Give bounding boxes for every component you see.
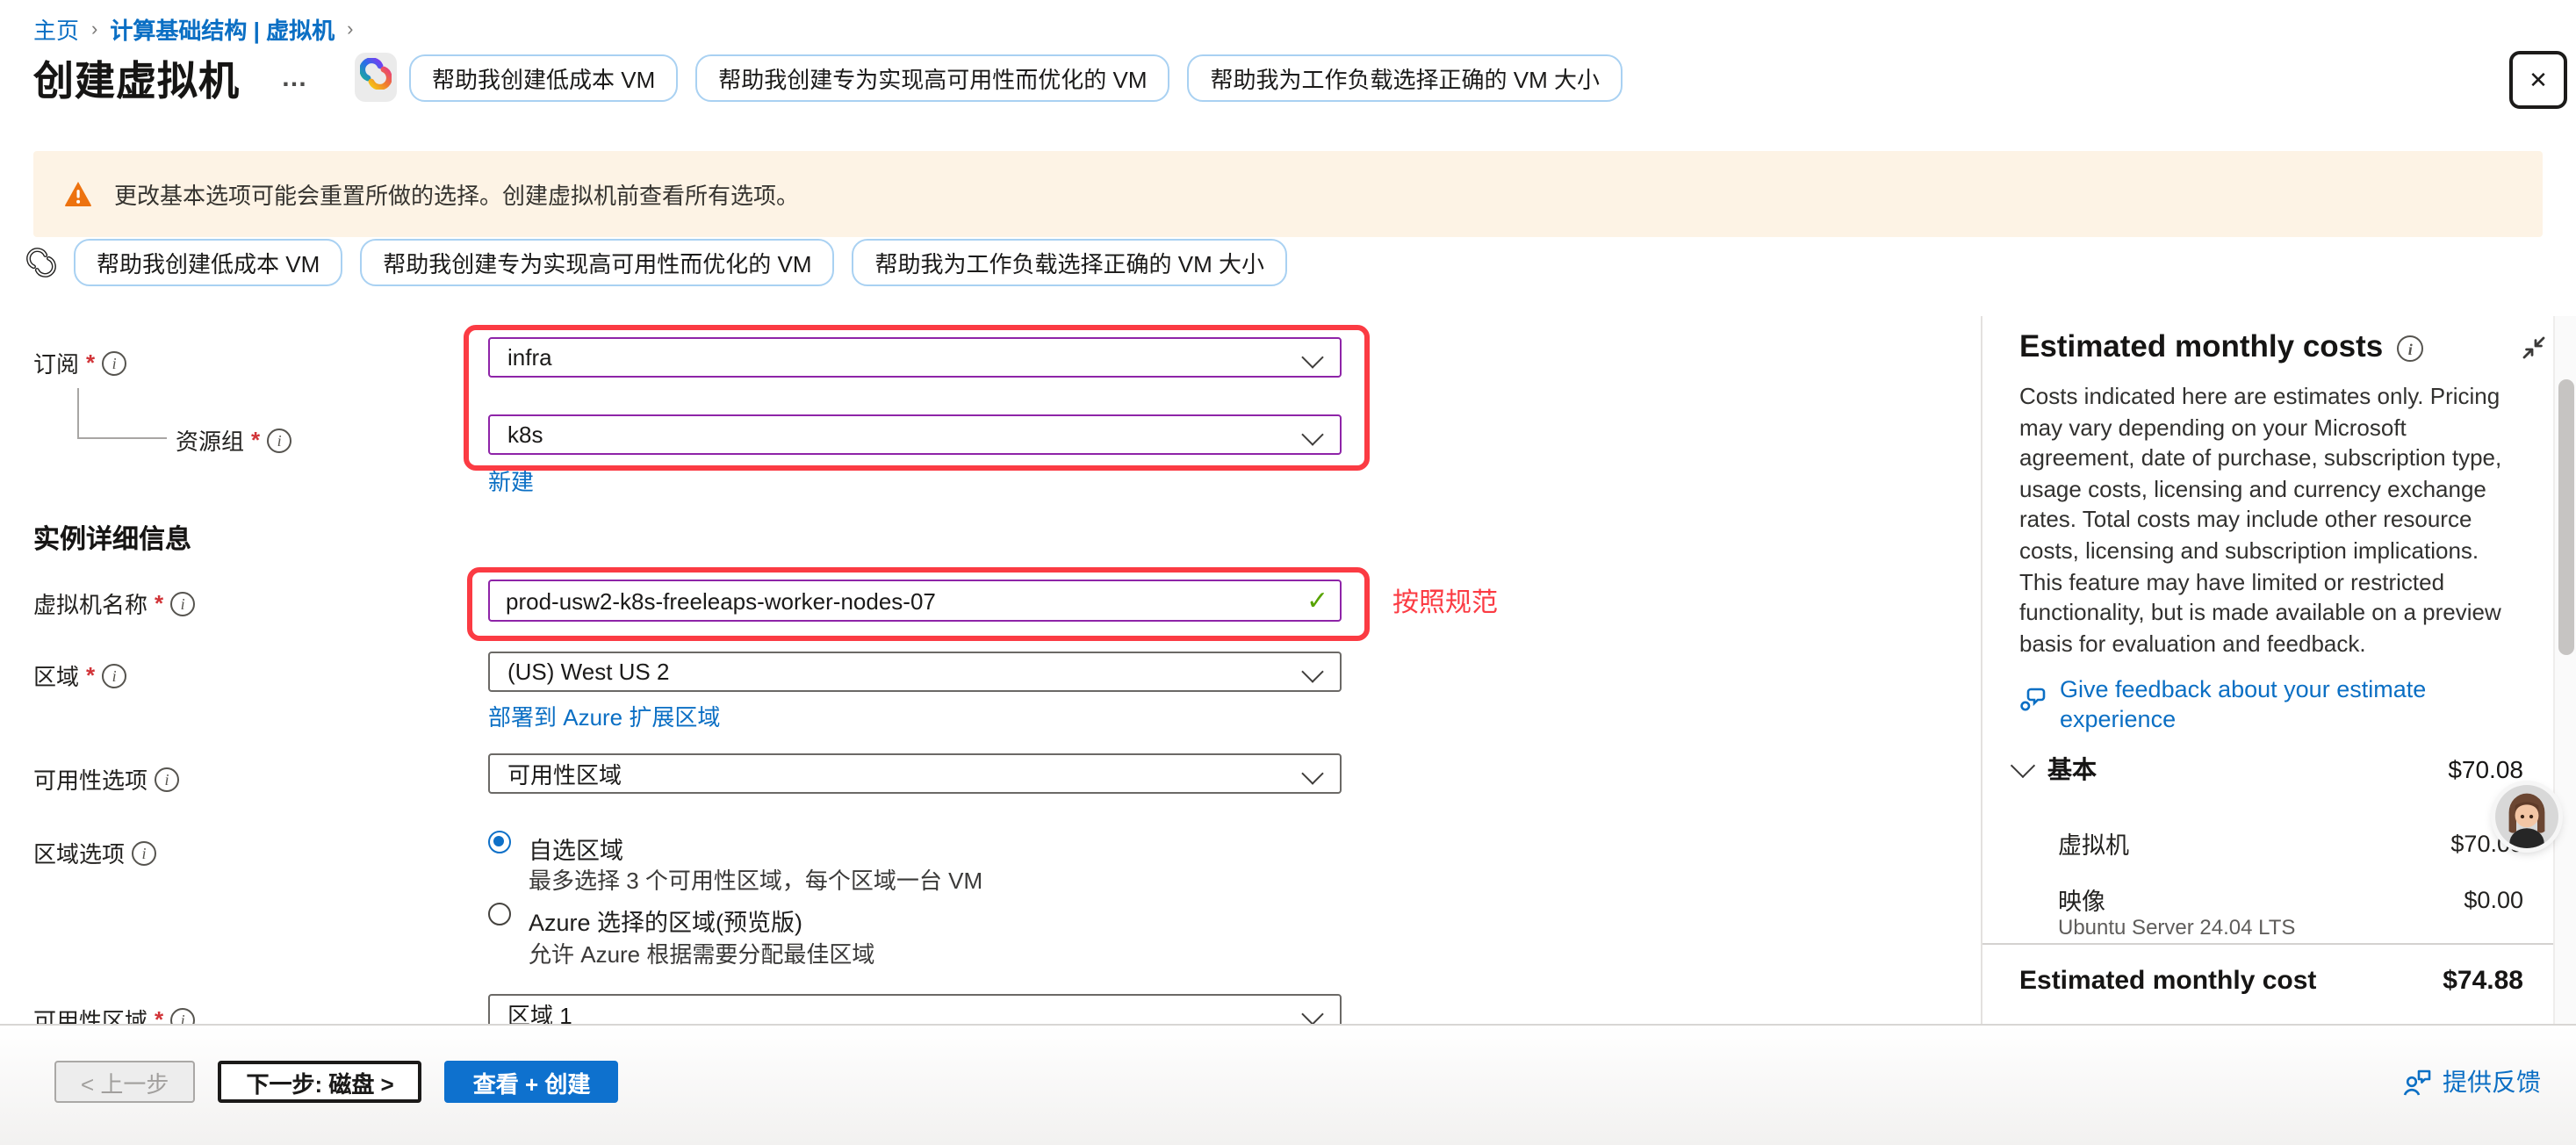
avatar[interactable] <box>2495 785 2558 848</box>
close-icon: ✕ <box>2529 66 2548 94</box>
subscription-dropdown[interactable]: infra <box>488 337 1342 378</box>
cost-panel-title: Estimated monthly costs i <box>2019 328 2423 365</box>
resource-group-dropdown[interactable]: k8s <box>488 414 1342 455</box>
chevron-down-icon <box>1301 660 1323 682</box>
close-button[interactable]: ✕ <box>2509 51 2567 109</box>
previous-button[interactable]: < 上一步 <box>54 1061 195 1103</box>
vm-name-input[interactable] <box>488 580 1342 622</box>
cost-item-image: 映像 $0.00 <box>2058 882 2523 917</box>
radio-self-selected-zones[interactable] <box>488 831 511 853</box>
chevron-down-icon <box>1301 762 1323 784</box>
annotation-text: 按照规范 <box>1392 583 1498 620</box>
cost-group-basic[interactable]: 基本 $70.08 <box>2014 752 2523 787</box>
footer-buttons: < 上一步 下一步: 磁盘 > 查看 + 创建 <box>54 1061 618 1103</box>
chip-low-cost-vm[interactable]: 帮助我创建低成本 VM <box>409 54 678 102</box>
chevron-down-icon <box>1301 423 1323 445</box>
copilot-outline-icon <box>26 248 56 277</box>
breadcrumb-separator: › <box>347 18 353 40</box>
info-icon[interactable]: i <box>102 663 126 688</box>
cost-item-vm: 虚拟机 $70.08 <box>2058 825 2523 861</box>
availability-options-dropdown[interactable]: 可用性区域 <box>488 753 1342 794</box>
info-icon[interactable]: i <box>267 428 291 452</box>
region-value: (US) West US 2 <box>507 659 669 685</box>
breadcrumb-separator: › <box>91 18 97 40</box>
chevron-down-icon <box>2011 753 2035 778</box>
warning-banner: 更改基本选项可能会重置所做的选择。创建虚拟机前查看所有选项。 <box>33 151 2543 237</box>
page-title: 创建虚拟机 <box>33 47 240 107</box>
chip-high-availability-vm[interactable]: 帮助我创建专为实现高可用性而优化的 VM <box>360 239 834 286</box>
scrollbar-thumb[interactable] <box>2558 379 2574 655</box>
breadcrumb-current[interactable]: 计算基础结构 | 虚拟机 <box>110 12 335 46</box>
cost-total-row: Estimated monthly cost $74.88 <box>2019 966 2523 996</box>
collapse-panel-icon[interactable] <box>2522 335 2546 369</box>
person-feedback-icon <box>2402 1067 2432 1097</box>
copilot-button[interactable] <box>355 53 397 102</box>
subscription-label: 订阅 * i <box>33 346 126 379</box>
info-icon[interactable]: i <box>132 840 156 865</box>
vm-name-label: 虚拟机名称 * i <box>33 587 195 620</box>
resource-group-value: k8s <box>507 421 543 448</box>
info-icon[interactable]: i <box>102 350 126 375</box>
inline-copilot-chips: 帮助我创建低成本 VM 帮助我创建专为实现高可用性而优化的 VM 帮助我为工作负… <box>26 239 1287 286</box>
radio-description: 允许 Azure 根据需要分配最佳区域 <box>529 936 874 969</box>
cost-total-divider <box>1982 943 2562 945</box>
cost-item-image-sub: Ubuntu Server 24.04 LTS <box>2058 915 2295 940</box>
warning-text: 更改基本选项可能会重置所做的选择。创建虚拟机前查看所有选项。 <box>114 177 799 211</box>
cost-group-amount: $70.08 <box>2448 755 2523 783</box>
radio-azure-selected-zones[interactable] <box>488 903 511 925</box>
radio-label[interactable]: Azure 选择的区域(预览版) <box>529 903 802 938</box>
chevron-down-icon <box>1301 346 1323 368</box>
breadcrumb-home[interactable]: 主页 <box>33 12 79 46</box>
copilot-icon <box>360 57 392 97</box>
create-vm-blade: 主页 › 计算基础结构 | 虚拟机 › 创建虚拟机 … 帮助我创 <box>0 0 2576 1143</box>
chevron-down-icon <box>1301 1003 1323 1025</box>
required-mark: * <box>86 662 95 688</box>
required-mark: * <box>251 427 260 453</box>
availability-options-value: 可用性区域 <box>507 757 622 790</box>
chip-low-cost-vm[interactable]: 帮助我创建低成本 VM <box>74 239 342 286</box>
give-feedback-link[interactable]: 提供反馈 <box>2402 1064 2541 1099</box>
header-copilot-chips: 帮助我创建低成本 VM 帮助我创建专为实现高可用性而优化的 VM 帮助我为工作负… <box>409 54 1623 102</box>
review-create-button[interactable]: 查看 + 创建 <box>445 1061 619 1103</box>
panel-divider <box>1981 316 1982 1024</box>
extended-zones-link[interactable]: 部署到 Azure 扩展区域 <box>488 699 720 732</box>
zone-options-label: 区域选项 i <box>33 836 156 869</box>
tree-connector-vertical <box>77 388 79 437</box>
breadcrumb: 主页 › 计算基础结构 | 虚拟机 › <box>33 12 353 46</box>
subscription-value: infra <box>507 344 552 371</box>
checkmark-icon: ✓ <box>1306 585 1328 616</box>
warning-icon <box>63 179 93 209</box>
radio-label[interactable]: 自选区域 <box>529 831 623 866</box>
chip-right-vm-size[interactable]: 帮助我为工作负载选择正确的 VM 大小 <box>1188 54 1623 102</box>
resource-group-label: 资源组 * i <box>176 423 291 457</box>
required-mark: * <box>155 590 163 616</box>
more-menu-button[interactable]: … <box>281 63 309 93</box>
cost-group-name: 基本 <box>2047 752 2097 787</box>
info-icon[interactable]: i <box>170 591 195 616</box>
cost-disclaimer: Costs indicated here are estimates only.… <box>2019 381 2509 659</box>
region-dropdown[interactable]: (US) West US 2 <box>488 652 1342 692</box>
required-mark: * <box>86 349 95 376</box>
estimate-feedback-link[interactable]: Give feedback about your estimate experi… <box>2019 674 2479 734</box>
region-label: 区域 * i <box>33 659 126 692</box>
chip-high-availability-vm[interactable]: 帮助我创建专为实现高可用性而优化的 VM <box>695 54 1169 102</box>
chip-right-vm-size[interactable]: 帮助我为工作负载选择正确的 VM 大小 <box>853 239 1287 286</box>
availability-options-label: 可用性选项 i <box>33 762 179 796</box>
next-disks-button[interactable]: 下一步: 磁盘 > <box>218 1061 421 1103</box>
info-icon[interactable]: i <box>2397 335 2423 362</box>
feedback-bubbles-icon <box>2019 685 2047 734</box>
info-icon[interactable]: i <box>155 767 179 791</box>
tree-connector-horizontal <box>77 437 167 439</box>
instance-details-heading: 实例详细信息 <box>33 520 191 557</box>
create-new-link[interactable]: 新建 <box>488 464 534 497</box>
footer: < 上一步 下一步: 磁盘 > 查看 + 创建 提供反馈 <box>0 1024 2576 1145</box>
radio-description: 最多选择 3 个可用性区域，每个区域一台 VM <box>529 862 982 896</box>
